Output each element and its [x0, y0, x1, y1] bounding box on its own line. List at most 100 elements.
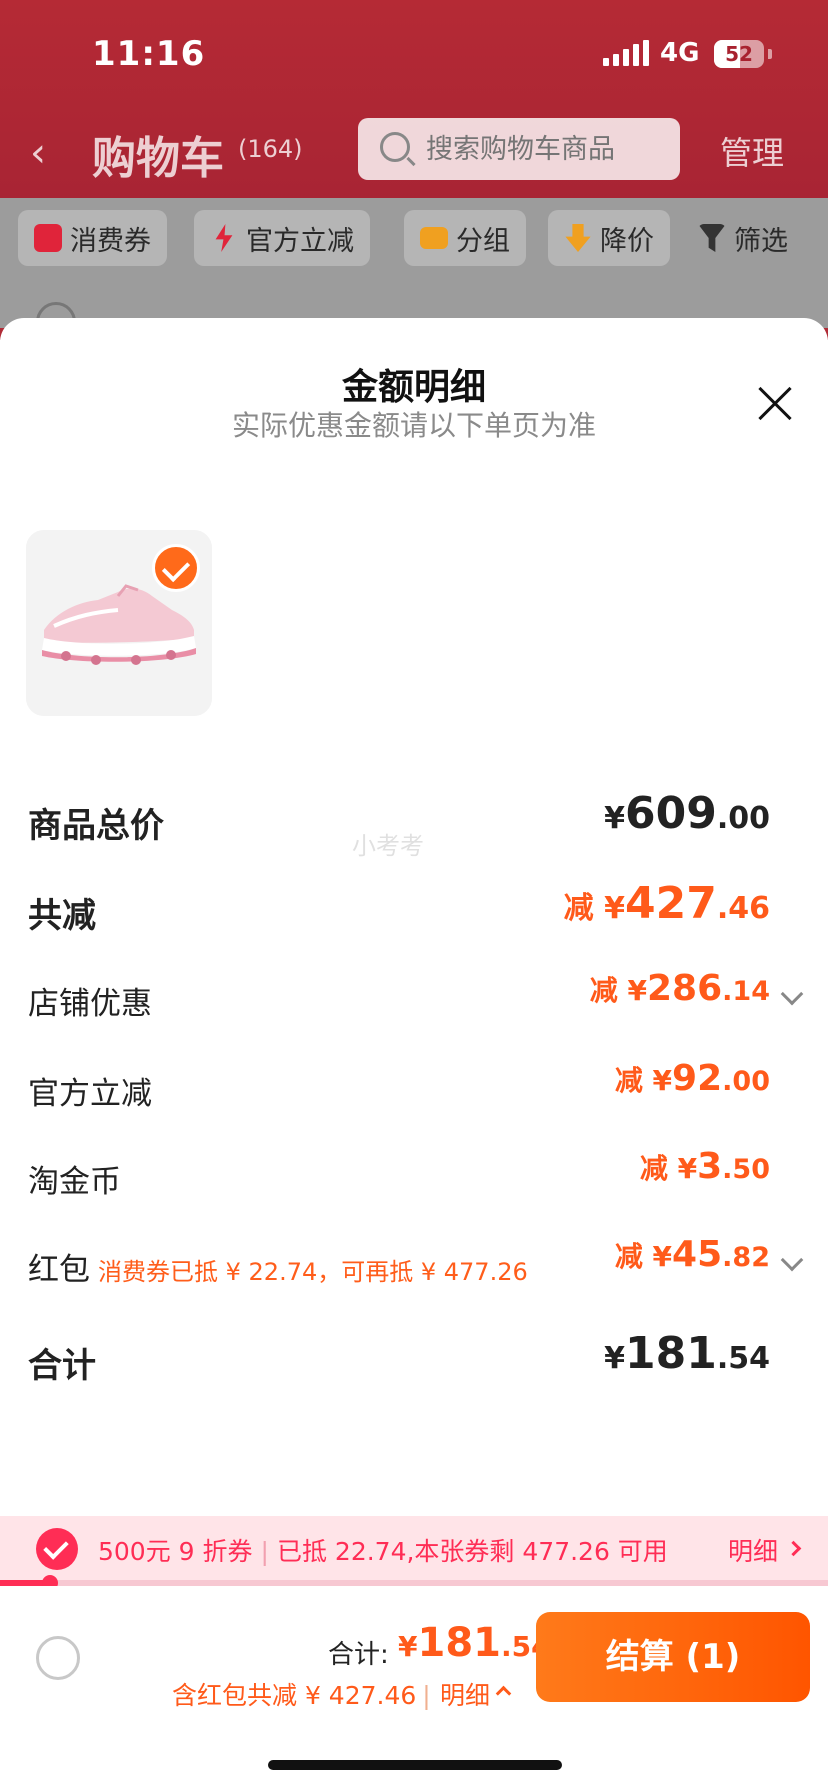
total-amount: ¥181.54: [398, 1620, 551, 1666]
amount-prefix: 减 ¥: [563, 891, 625, 926]
page-title: 购物车: [92, 133, 224, 184]
sum-amount: ¥181.54: [604, 1328, 770, 1379]
amount-prefix: 减 ¥: [614, 1064, 673, 1097]
red-packet-note: 消费券已抵 ¥ 22.74，可再抵 ¥ 477.26: [98, 1258, 528, 1286]
filter-chip-label: 官方立减: [246, 225, 354, 257]
separator: |: [422, 1681, 431, 1710]
status-time: 11:16: [92, 34, 206, 74]
line-label: 商品总价: [28, 806, 164, 846]
chevron-down-icon[interactable]: [780, 982, 804, 1006]
status-bar: 11:16 4G 52: [0, 0, 828, 110]
chevron-left-icon[interactable]: ‹: [30, 130, 46, 176]
coupon-icon: [34, 224, 62, 252]
line-coins: 淘金币 减 ¥3.50: [28, 1146, 800, 1206]
amount-prefix: 减 ¥: [589, 974, 647, 1007]
filter-chip-label: 分组: [456, 225, 510, 257]
close-icon[interactable]: [757, 386, 793, 422]
search-box[interactable]: [358, 118, 680, 180]
amount-dec: .50: [722, 1154, 770, 1185]
amount-dec: .14: [722, 976, 770, 1007]
line-label: 官方立减: [28, 1076, 152, 1112]
amount-prefix: ¥: [604, 801, 625, 836]
amount-int: 181: [417, 1620, 501, 1666]
arrow-down-icon: [565, 224, 591, 252]
filter-chip-group[interactable]: 分组: [404, 210, 526, 266]
amount-dec: .82: [722, 1242, 770, 1273]
filter-chip-price-drop[interactable]: 降价: [548, 210, 670, 266]
line-goods-total: 商品总价 ¥609.00: [28, 788, 800, 848]
coupon-info: 已抵 22.74,本张券剩 477.26 可用: [276, 1537, 668, 1566]
filter-chip-official[interactable]: 官方立减: [194, 210, 370, 266]
line-official-discount: 官方立减 减 ¥92.00: [28, 1058, 800, 1118]
filter-chip-label: 筛选: [734, 225, 788, 257]
coupon-detail-link[interactable]: 明细: [728, 1532, 778, 1568]
line-total-reduce: 共减 减 ¥427.46: [28, 878, 800, 938]
line-sum: 合计 ¥181.54: [28, 1328, 800, 1388]
battery-tip: [768, 49, 772, 59]
coupon-name: 500元 9 折券: [98, 1537, 253, 1566]
filter-chip-label: 降价: [600, 225, 654, 257]
cart-nav-bar: ‹ 购物车 (164) 管理: [0, 110, 828, 200]
cart-count: (164): [238, 135, 303, 163]
official-discount-amount: 减 ¥92.00: [615, 1058, 770, 1099]
line-label: 合计: [28, 1346, 96, 1386]
battery-icon: 52: [714, 40, 764, 68]
red-packet-label: 红包: [28, 1252, 90, 1288]
saving-text: 含红包共减 ¥ 427.46 |: [172, 1676, 437, 1712]
separator: |: [260, 1537, 269, 1566]
amount-int: 427: [624, 878, 717, 929]
search-icon: [380, 132, 410, 162]
amount-int: 45: [672, 1234, 723, 1275]
amount-dec: .00: [716, 801, 770, 836]
manage-button[interactable]: 管理: [720, 128, 784, 174]
saving-amount: 含红包共减 ¥ 427.46: [172, 1681, 417, 1710]
line-store-discount[interactable]: 店铺优惠 减 ¥286.14: [28, 968, 804, 1028]
line-label: 店铺优惠: [28, 986, 152, 1022]
amount-int: 609: [624, 788, 717, 839]
amount-prefix: 减 ¥: [614, 1240, 673, 1273]
sheet-title: 金额明细: [341, 367, 486, 408]
line-label: 红包 消费券已抵 ¥ 22.74，可再抵 ¥ 477.26: [28, 1244, 528, 1289]
checkout-button[interactable]: 结算 (1): [536, 1612, 810, 1702]
filter-chip-coupon[interactable]: 消费券: [18, 210, 167, 266]
store-discount-amount: 减 ¥286.14: [590, 968, 770, 1009]
filter-bar: 消费券 官方立减 分组 降价 筛选: [0, 198, 828, 342]
coupon-text: 500元 9 折券 | 已抵 22.74,本张券剩 477.26 可用: [98, 1532, 668, 1568]
amount-dec: .00: [722, 1066, 770, 1097]
coupon-selected-icon[interactable]: [36, 1528, 78, 1570]
battery-level: 52: [725, 42, 753, 66]
chevron-up-icon[interactable]: [495, 1685, 512, 1702]
home-indicator: [268, 1760, 562, 1770]
total-reduce-amount: 减 ¥427.46: [564, 878, 770, 929]
amount-prefix: ¥: [398, 1630, 418, 1663]
chevron-down-icon[interactable]: [780, 1248, 804, 1272]
line-red-packet[interactable]: 红包 消费券已抵 ¥ 22.74，可再抵 ¥ 477.26 减 ¥45.82: [28, 1234, 804, 1294]
line-label: 共减: [28, 896, 96, 936]
amount-int: 3: [697, 1146, 723, 1187]
amount-dec: .54: [716, 1341, 770, 1376]
amount-prefix: 减 ¥: [639, 1152, 698, 1185]
folder-icon: [420, 227, 448, 249]
amount-int: 92: [672, 1058, 723, 1099]
total-label: 合计:: [328, 1640, 389, 1670]
red-packet-amount: 减 ¥45.82: [615, 1234, 770, 1275]
lightning-icon: [215, 224, 233, 252]
saving-detail-link[interactable]: 明细: [440, 1676, 490, 1712]
signal-icon: [603, 40, 649, 66]
select-all-checkbox[interactable]: [36, 1636, 80, 1680]
coins-amount: 减 ¥3.50: [640, 1146, 770, 1187]
selected-check-icon[interactable]: [152, 544, 200, 592]
coupon-bar[interactable]: 500元 9 折券 | 已抵 22.74,本张券剩 477.26 可用 明细: [0, 1516, 828, 1584]
network-type: 4G: [660, 38, 700, 68]
goods-total-amount: ¥609.00: [604, 788, 770, 839]
chevron-right-icon: [785, 1540, 802, 1557]
search-input[interactable]: [426, 118, 666, 180]
amount-int: 286: [647, 968, 723, 1009]
line-label: 淘金币: [28, 1164, 121, 1200]
amount-int: 181: [624, 1328, 717, 1379]
amount-dec: .46: [716, 891, 770, 926]
filter-icon: [698, 224, 726, 252]
checkout-bar: 合计: ¥181.54 含红包共减 ¥ 427.46 | 明细 结算 (1): [0, 1586, 828, 1792]
amount-prefix: ¥: [604, 1341, 625, 1376]
filter-chip-filter[interactable]: 筛选: [682, 210, 804, 266]
